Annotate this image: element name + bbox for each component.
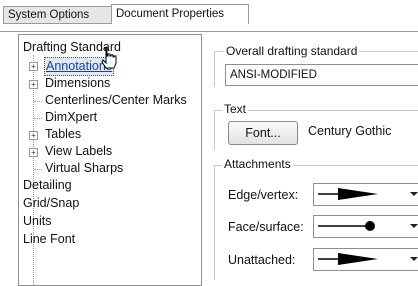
tree-branch (34, 118, 42, 119)
tree-item-line-font[interactable]: Line Font (23, 231, 75, 248)
tree-item-detailing[interactable]: Detailing (23, 177, 72, 194)
attachments-group-title: Attachments (222, 157, 293, 171)
tab-system-options[interactable]: System Options (3, 6, 115, 24)
filled-dot-icon (318, 221, 375, 231)
group-border (214, 51, 215, 87)
tab-document-properties[interactable]: Document Properties (111, 4, 249, 24)
expand-plus-icon[interactable]: + (29, 62, 38, 71)
tree-item-label: Units (23, 214, 52, 228)
unattached-select[interactable] (313, 248, 418, 271)
drafting-standard-value: ANSI-MODIFIED (230, 69, 317, 81)
tree-item-units[interactable]: Units (23, 213, 51, 230)
tree-item-label: Grid/Snap (23, 196, 80, 210)
options-tree[interactable]: Drafting Standard + Annotations + Dimens… (18, 34, 202, 286)
group-border (214, 165, 215, 280)
tree-item-label: DimXpert (45, 110, 98, 124)
edge-vertex-label: Edge/vertex: (228, 188, 299, 202)
hand-cursor-icon (101, 47, 117, 69)
filled-arrow-icon (318, 188, 378, 200)
tree-connector (33, 55, 34, 285)
font-button[interactable]: Font... (228, 121, 298, 145)
face-surface-select[interactable] (313, 215, 418, 238)
unattached-label: Unattached: (228, 253, 296, 267)
tree-item-grid-snap[interactable]: Grid/Snap (23, 195, 79, 212)
expand-plus-icon[interactable]: + (29, 131, 38, 140)
text-group-title: Text (222, 102, 249, 116)
tree-item-label: Dimensions (45, 76, 111, 90)
group-border (214, 110, 215, 150)
tab-divider (0, 31, 418, 32)
tree-item-label: Tables (45, 127, 82, 141)
tree-item-label: Detailing (23, 178, 72, 192)
expand-plus-icon[interactable]: + (29, 148, 38, 157)
filled-arrow-icon (318, 253, 378, 265)
font-name-label: Century Gothic (308, 124, 392, 138)
drafting-standard-select[interactable]: ANSI-MODIFIED (225, 64, 418, 86)
expand-plus-icon[interactable]: + (29, 80, 38, 89)
tree-item-label: Virtual Sharps (45, 161, 124, 175)
chevron-down-icon (410, 224, 418, 228)
tree-branch (34, 169, 42, 170)
tree-item-label: Line Font (23, 232, 76, 246)
face-surface-label: Face/surface: (228, 220, 304, 234)
tree-item-label: View Labels (45, 144, 113, 158)
tree-branch (34, 101, 42, 102)
chevron-down-icon (410, 257, 418, 261)
tree-item-label: Centerlines/Center Marks (45, 93, 187, 107)
chevron-down-icon (410, 192, 418, 196)
drafting-standard-group-title: Overall drafting standard (224, 44, 360, 58)
edge-vertex-select[interactable] (313, 183, 418, 206)
